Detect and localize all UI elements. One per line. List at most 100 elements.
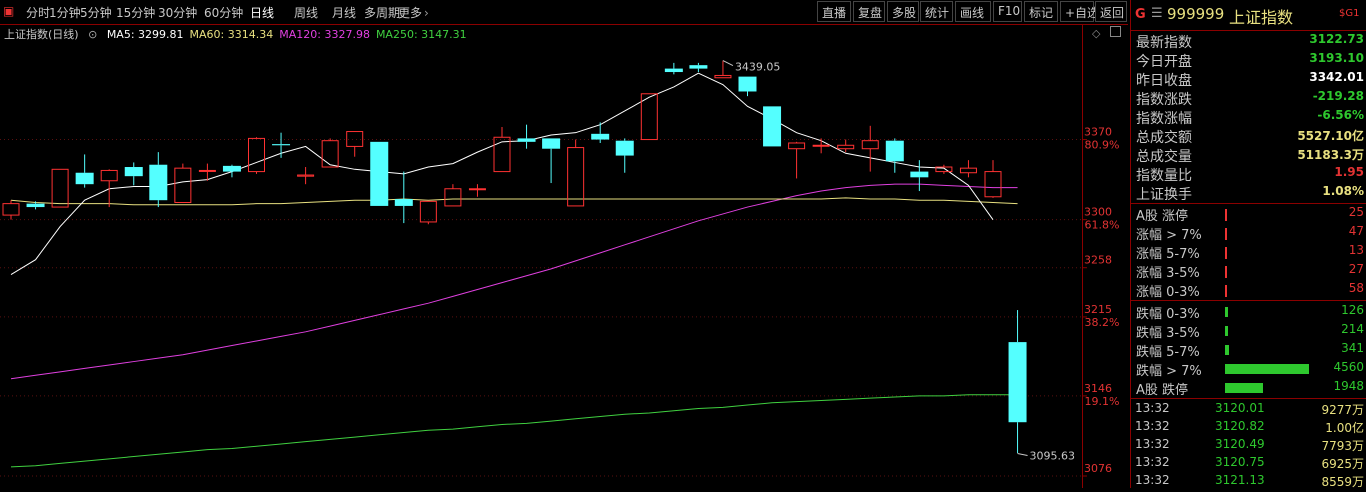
menu-lines-icon[interactable]: ☰ xyxy=(1151,6,1163,21)
period-tab-2[interactable]: 5分钟 xyxy=(80,4,112,21)
axis-pct-0: 80.9% xyxy=(1085,139,1120,152)
candle-body-35 xyxy=(861,140,879,150)
stat-row-3: 指数涨跌 -219.28 xyxy=(1131,89,1366,108)
high-marker xyxy=(722,60,734,66)
down-bar-0 xyxy=(1225,307,1228,317)
stat-value-4: -6.56% xyxy=(1317,108,1364,122)
stat-row-1: 今日开盘 3193.10 xyxy=(1131,51,1366,70)
period-tab-0[interactable]: 分时 xyxy=(26,4,50,21)
candle-body-15 xyxy=(370,141,389,206)
tool-button-3[interactable]: 统计 xyxy=(920,1,953,22)
ma-legend: 上证指数(日线) ⊙ MA5: 3299.81 MA60: 3314.34 MA12… xyxy=(4,26,479,42)
kline-svg: 337080.9% 330061.8% 3258 321538.2% 314619.1%… xyxy=(0,24,1128,488)
down-label-4: A股 跌停 xyxy=(1136,383,1189,398)
trade-time-3: 13:32 xyxy=(1135,455,1170,469)
signal-icon[interactable]: $G1 xyxy=(1339,8,1359,19)
up-row-0: A股 涨停 25 xyxy=(1131,205,1366,224)
axis-pct-3: 38.2% xyxy=(1085,316,1120,329)
candle-body-17 xyxy=(419,200,437,223)
candle-body-39 xyxy=(959,167,977,174)
up-value-2: 13 xyxy=(1348,243,1364,257)
candle-body-4 xyxy=(100,169,118,182)
index-code: 999999 xyxy=(1167,5,1225,23)
tool-button-0[interactable]: 直播 xyxy=(817,1,851,22)
tool-button-6[interactable]: 标记 xyxy=(1024,1,1058,22)
candle-body-14 xyxy=(346,131,364,147)
stat-label-1: 今日开盘 xyxy=(1136,54,1192,70)
period-tab-10[interactable]: 更多 › xyxy=(398,4,429,21)
up-label-4: 涨幅 0-3% xyxy=(1136,285,1200,300)
candle-body-30 xyxy=(738,76,757,92)
candle-body-16 xyxy=(394,199,413,206)
down-row-1: 跌幅 3-5% 214 xyxy=(1131,322,1366,341)
index-name: 上证指数 xyxy=(1229,8,1294,27)
down-row-2: 跌幅 5-7% 341 xyxy=(1131,341,1366,360)
down-label-0: 跌幅 0-3% xyxy=(1136,307,1200,322)
stat-value-2: 3342.01 xyxy=(1309,70,1364,84)
candle-body-20 xyxy=(493,136,511,173)
tool-button-1[interactable]: 复盘 xyxy=(853,1,885,22)
chart-title: 上证指数(日线) xyxy=(4,28,79,41)
candle-body-3 xyxy=(75,172,94,185)
tool-button-5[interactable]: F10 xyxy=(993,1,1022,22)
trade-row-3: 13:32 3120.75 6925万 xyxy=(1131,455,1366,474)
up-value-4: 58 xyxy=(1348,281,1364,295)
stat-value-5: 5527.10亿 xyxy=(1297,129,1364,143)
down-row-4: A股 跌停 1948 xyxy=(1131,379,1366,398)
up-label-3: 涨幅 3-5% xyxy=(1136,266,1200,281)
ma120-line xyxy=(10,183,1018,380)
candle-body-13 xyxy=(321,140,339,168)
stat-label-8: 上证换手 xyxy=(1136,187,1192,203)
trade-time-4: 13:32 xyxy=(1135,473,1170,487)
candle-body-21 xyxy=(517,138,536,142)
down-label-3: 跌幅 > 7% xyxy=(1136,364,1202,379)
trade-price-3: 3120.75 xyxy=(1215,455,1265,469)
period-tab-8[interactable]: 月线 xyxy=(332,4,356,21)
period-tab-4[interactable]: 30分钟 xyxy=(158,4,197,21)
trade-row-0: 13:32 3120.01 9277万 xyxy=(1131,401,1366,420)
stat-value-0: 3122.73 xyxy=(1309,32,1364,46)
candle-body-22 xyxy=(542,138,561,149)
tool-button-8[interactable]: 返回 xyxy=(1095,1,1127,22)
candle-body-9 xyxy=(222,165,241,172)
period-tab-3[interactable]: 15分钟 xyxy=(116,4,155,21)
up-bar-2 xyxy=(1225,247,1227,259)
candle-body-33 xyxy=(812,144,830,147)
g-icon[interactable]: G xyxy=(1135,7,1146,22)
quote-panel: G ☰ 999999 上证指数 $G1 最新指数 3122.73 今日开盘 3193.… xyxy=(1130,0,1366,489)
period-tab-5[interactable]: 60分钟 xyxy=(204,4,243,21)
candle-body-27 xyxy=(664,68,683,73)
kline-chart[interactable]: 3370 80.9% 3300 61.8% 3258 3215 38.2% 3146 19.1%… xyxy=(0,24,1128,488)
ma-toggle-icon[interactable]: ⊙ xyxy=(88,28,97,41)
chart-settings-icon[interactable]: ◇ xyxy=(1092,27,1100,40)
candle-body-2 xyxy=(51,168,69,208)
trade-vol-0: 9277万 xyxy=(1321,403,1364,417)
stat-value-1: 3193.10 xyxy=(1309,51,1364,65)
stat-row-0: 最新指数 3122.73 xyxy=(1131,32,1366,51)
stat-label-5: 总成交额 xyxy=(1136,130,1192,146)
axis-price-5: 3076 xyxy=(1084,462,1112,475)
period-tab-1[interactable]: 1分钟 xyxy=(49,4,81,21)
stat-label-0: 最新指数 xyxy=(1136,35,1192,51)
candle-body-32 xyxy=(788,142,806,150)
period-tab-7[interactable]: 周线 xyxy=(294,4,318,21)
up-value-3: 27 xyxy=(1348,262,1364,276)
axis-price-3: 3215 xyxy=(1084,303,1112,316)
period-tab-9[interactable]: 多周期 xyxy=(364,4,400,21)
menu-icon[interactable]: ▣ xyxy=(3,4,14,18)
tool-button-7[interactable]: +自选 xyxy=(1060,1,1099,22)
down-label-1: 跌幅 3-5% xyxy=(1136,326,1200,341)
chart-expand-icon[interactable] xyxy=(1110,26,1121,37)
down-label-2: 跌幅 5-7% xyxy=(1136,345,1200,360)
candle-body-28 xyxy=(689,65,708,69)
stat-row-5: 总成交额 5527.10亿 xyxy=(1131,127,1366,146)
ma-label-1: MA60: 3314.34 xyxy=(189,28,274,41)
stat-label-6: 总成交量 xyxy=(1136,149,1192,165)
candle-body-34 xyxy=(837,144,855,150)
trade-row-1: 13:32 3120.82 1.00亿 xyxy=(1131,419,1366,438)
candle-body-6 xyxy=(149,164,168,201)
tool-button-4[interactable]: 画线 xyxy=(955,1,991,22)
candle-body-1 xyxy=(26,203,45,208)
tool-button-2[interactable]: 多股 xyxy=(887,1,919,22)
period-tab-6[interactable]: 日线 xyxy=(250,4,274,21)
